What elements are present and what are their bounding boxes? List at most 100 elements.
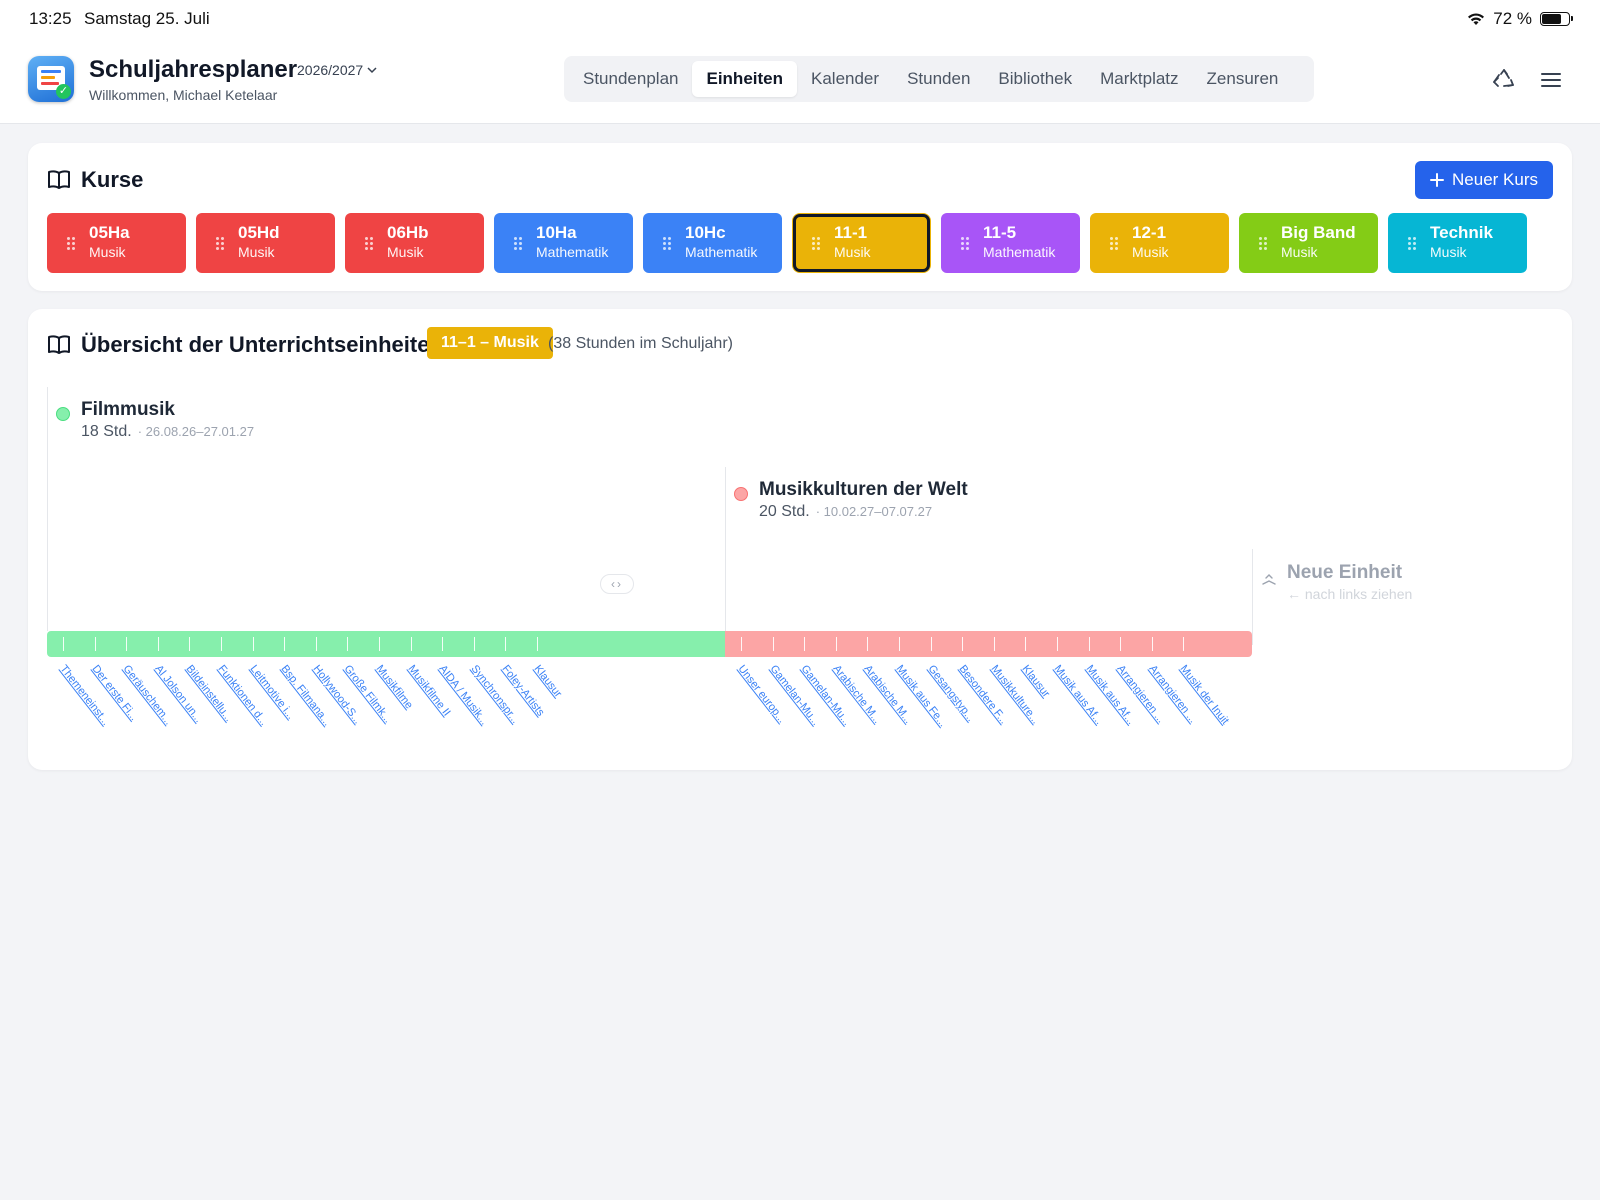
drag-handle-icon[interactable] [663,237,671,250]
course-card-big-band[interactable]: Big Band Musik [1239,213,1378,273]
unit-status-dot [734,487,748,501]
course-card-10hc[interactable]: 10Hc Mathematik [643,213,782,273]
unit-divider [47,387,48,631]
drag-handle-icon[interactable] [812,237,820,250]
lesson-tick [867,637,869,651]
lesson-tick [835,637,837,651]
unit-divider [725,467,726,631]
tab-kalender[interactable]: Kalender [797,61,893,97]
drag-handle-icon[interactable] [67,237,75,250]
lesson-tick [1151,637,1153,651]
lesson-tick [473,637,475,651]
course-subject: Musik [238,244,275,260]
wifi-icon [1468,13,1485,25]
unit-dates: · 26.08.26–27.01.27 [137,424,255,439]
drag-handle-icon[interactable] [1110,237,1118,250]
lesson-tick [1025,637,1027,651]
unit-title[interactable]: Filmmusik [81,399,175,421]
course-subject: Musik [1430,244,1467,260]
lesson-tick [252,637,254,651]
course-name: 11-5 [983,223,1017,242]
course-subject: Musik [1281,244,1318,260]
battery-icon [1540,12,1573,26]
course-badge: 11–1 – Musik [427,327,553,359]
new-unit-divider [1252,549,1253,645]
lesson-tick [221,637,222,651]
lesson-tick [930,637,932,651]
app-title: Schuljahresplaner [89,56,298,83]
new-unit-title[interactable]: Neue Einheit [1287,562,1402,584]
tab-einheiten[interactable]: Einheiten [692,61,797,97]
status-right: 72 % [1467,9,1573,29]
plus-icon [1430,173,1445,187]
app-logo-icon: ✓ [28,56,74,102]
status-bar: 13:25 Samstag 25. Juli 72 % [0,0,1600,40]
course-card-12-1[interactable]: 12-1 Musik [1090,213,1229,273]
unit-timeline-bar[interactable] [47,631,725,657]
lesson-tick [962,637,964,651]
drag-handle-icon[interactable] [961,237,969,250]
tab-zensuren[interactable]: Zensuren [1193,61,1293,97]
unit-title[interactable]: Musikkulturen der Welt [759,479,968,501]
tab-bibliothek[interactable]: Bibliothek [984,61,1086,97]
unit-timeline-bar[interactable] [725,631,1252,657]
lesson-tick [899,637,900,651]
lesson-tick [1057,637,1058,651]
course-card-06hb[interactable]: 06Hb Musik [345,213,484,273]
course-name: 10Hc [685,223,726,242]
sync-icon[interactable] [1490,66,1518,94]
lesson-tick [157,637,159,651]
course-name: 12-1 [1132,223,1167,242]
tab-stunden[interactable]: Stunden [893,61,984,97]
welcome-text: Willkommen, Michael Ketelaar [89,87,278,103]
course-name: 05Ha [89,223,130,242]
course-card-10ha[interactable]: 10Ha Mathematik [494,213,633,273]
course-name: 06Hb [387,223,429,242]
course-card-05hd[interactable]: 05Hd Musik [196,213,335,273]
lesson-tick [804,637,806,651]
tab-stundenplan[interactable]: Stundenplan [569,61,692,97]
menu-icon[interactable] [1537,66,1565,94]
course-subject: Musik [89,244,126,260]
lesson-tick [505,637,507,651]
course-name: 10Ha [536,223,577,242]
course-subject: Mathematik [685,244,758,260]
course-card-05ha[interactable]: 05Ha Musik [47,213,186,273]
courses-title: Kurse [81,167,144,192]
course-card-11-1[interactable]: 11-1 Musik [792,213,931,273]
course-card-technik[interactable]: Technik Musik [1388,213,1527,273]
drag-handle-icon[interactable] [1408,237,1416,250]
lesson-tick [94,637,96,651]
resize-handle[interactable]: ‹› [600,574,634,594]
course-name: 05Hd [238,223,280,242]
units-overview-card: Übersicht der Unterrichtseinheiten 11–1 … [28,309,1572,770]
lesson-tick [1183,637,1185,651]
school-year-selector[interactable]: 2026/2027 [297,62,377,78]
drag-handle-icon[interactable] [216,237,224,250]
drag-handle-icon[interactable] [365,237,373,250]
lesson-tick [537,637,538,651]
book-icon [48,335,70,354]
new-unit-hint: ← nach links ziehen [1287,586,1413,602]
new-course-button[interactable]: Neuer Kurs [1415,161,1553,199]
overview-heading: Übersicht der Unterrichtseinheiten [47,332,443,358]
course-name: Technik [1430,223,1493,242]
status-date: Samstag 25. Juli [84,9,210,28]
lesson-link[interactable]: Klausur [1020,663,1052,700]
course-subject: Mathematik [983,244,1056,260]
lesson-tick [126,637,128,651]
lesson-tick [1088,637,1090,651]
app-header: ✓ Schuljahresplaner Willkommen, Michael … [0,40,1600,124]
tab-marktplatz[interactable]: Marktplatz [1086,61,1192,97]
drag-handle-icon[interactable] [1259,237,1267,250]
courses-heading: Kurse [47,167,143,193]
course-card-11-5[interactable]: 11-5 Mathematik [941,213,1080,273]
lesson-tick [315,637,317,651]
chevron-down-icon [367,67,377,74]
lesson-tick [284,637,286,651]
drag-handle-icon[interactable] [514,237,522,250]
course-subject: Musik [1132,244,1169,260]
course-name: 11-1 [834,223,868,242]
lesson-link[interactable]: Klausur [532,663,564,700]
main-navigation: Stundenplan Einheiten Kalender Stunden Bibli… [564,56,1314,102]
